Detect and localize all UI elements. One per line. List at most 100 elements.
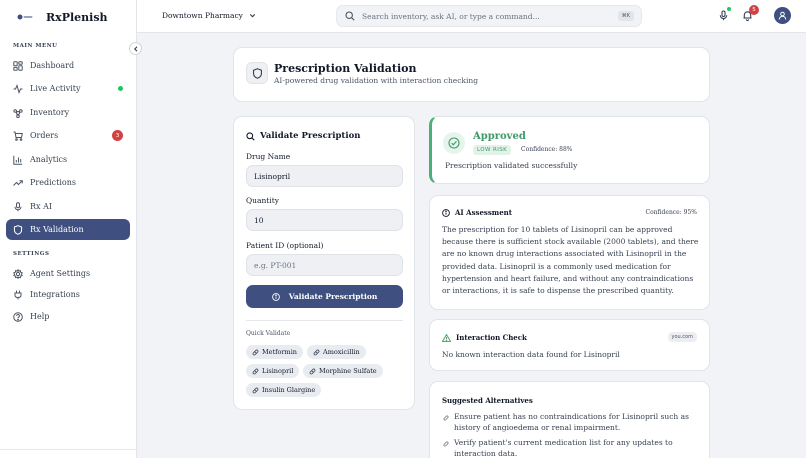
info-icon [271,292,280,301]
pill-icon [309,368,316,374]
store-name: Downtown Pharmacy [162,11,243,20]
pill-icon [252,349,259,355]
sidebar-item-integrations[interactable]: Integrations [6,284,130,305]
validate-button-label: Validate Prescription [288,292,378,301]
form-title: Validate Prescription [246,131,360,141]
sidebar-item-agent-settings[interactable]: Agent Settings [6,263,130,284]
validate-button[interactable]: Validate Prescription [246,285,403,308]
quantity-input[interactable] [246,209,403,231]
brand[interactable]: RxPlenish [0,0,136,34]
result-status: Approved [473,131,526,142]
search-icon [345,11,355,21]
trending-icon [13,179,23,186]
help-icon [13,311,23,322]
gear-icon [13,268,23,279]
alternative-item: Ensure patient has no contraindications … [443,412,693,433]
chip-label: Lisinopril [262,367,294,375]
info-icon [442,208,450,217]
alternative-text: Verify patient's current medication list… [454,438,673,458]
sidebar-item-orders[interactable]: Orders 3 [6,125,130,146]
sidebar-item-label: Rx Validation [30,225,84,234]
quick-chip-morphine-sulfate[interactable]: Morphine Sulfate [303,364,383,378]
search-icon [246,131,255,141]
sidebar-item-label: Dashboard [30,61,75,70]
risk-badge: LOW RISK [473,145,512,155]
main-menu-title: MAIN MENU [13,43,58,49]
interaction-heading: Interaction Check [442,333,527,342]
sidebar-item-label: Predictions [30,178,76,187]
sidebar-item-dashboard[interactable]: Dashboard [6,55,130,76]
chip-label: Amoxicillin [323,348,360,356]
result-status-card: Approved LOW RISK Confidence: 88% Prescr… [429,116,710,184]
store-selector[interactable]: Downtown Pharmacy [162,11,256,20]
orders-count-badge: 3 [112,130,123,141]
quick-chip-metformin[interactable]: Metformin [246,345,303,359]
interaction-check-card: Interaction Check you.com No known inter… [429,319,710,371]
cart-icon [13,131,23,141]
settings-title: SETTINGS [13,251,50,257]
quick-chip-insulin-glargine[interactable]: Insulin Glargine [246,383,322,397]
live-status-dot [118,86,123,91]
form-title-text: Validate Prescription [260,131,361,141]
page-title: Prescription Validation [274,62,417,75]
plug-icon [14,290,22,299]
sidebar-item-label: Agent Settings [30,269,91,278]
collapse-sidebar-button[interactable] [129,42,142,55]
sidebar-item-inventory[interactable]: Inventory [6,102,130,123]
patient-id-label: Patient ID (optional) [246,241,324,250]
patient-id-input[interactable] [246,254,403,276]
quantity-label: Quantity [246,196,279,205]
check-circle-icon [443,132,465,154]
inventory-icon [13,108,23,118]
sidebar-item-label: Rx AI [30,202,53,211]
validate-form-card: Validate Prescription Drug Name Quantity… [233,116,415,410]
quick-chip-amoxicillin[interactable]: Amoxicillin [307,345,366,359]
chip-label: Morphine Sulfate [319,367,377,375]
ai-confidence: Confidence: 95% [645,209,697,216]
drug-name-label: Drug Name [246,152,291,161]
result-message: Prescription validated successfully [445,161,578,170]
shield-icon [13,224,23,235]
brand-name: RxPlenish [46,10,108,24]
logo-icon [17,14,33,20]
sidebar-item-label: Live Activity [30,84,81,93]
pill-icon [252,368,259,374]
search-input[interactable]: Search inventory, ask AI, or type a comm… [362,12,611,21]
form-divider [246,320,403,321]
notification-badge: 5 [749,5,759,15]
drug-name-input[interactable] [246,165,403,187]
alternative-item: Verify patient's current medication list… [443,438,693,458]
sidebar-item-predictions[interactable]: Predictions [6,172,130,193]
pill-icon [313,349,320,355]
ai-assessment-text: The prescription for 10 tablets of Lisin… [442,225,699,296]
header-shield-icon [246,62,268,84]
sidebar-item-label: Analytics [30,155,68,164]
interaction-message: No known interaction data found for Lisi… [442,350,620,359]
mic-icon [14,201,22,211]
sidebar-item-analytics[interactable]: Analytics [6,149,130,170]
sidebar-item-help[interactable]: Help [6,306,130,327]
sidebar-item-label: Help [30,312,50,321]
quick-chip-lisinopril[interactable]: Lisinopril [246,364,300,378]
activity-icon [13,83,23,94]
topbar: Downtown Pharmacy Search inventory, ask … [137,0,806,33]
ai-assessment-card: AI Assessment Confidence: 95% The prescr… [429,195,710,310]
mic-status-dot [727,7,731,11]
sidebar-item-live-activity[interactable]: Live Activity [6,78,130,99]
sidebar-item-rx-validation[interactable]: Rx Validation [6,219,130,240]
page-header-card: Prescription Validation AI-powered drug … [233,47,710,102]
sidebar-item-rx-ai[interactable]: Rx AI [6,196,130,217]
dashboard-icon [13,60,23,71]
warning-icon [442,333,451,342]
global-search[interactable]: Search inventory, ask AI, or type a comm… [336,5,642,27]
sidebar-item-label: Inventory [30,108,70,117]
ai-assessment-title: AI Assessment [455,208,512,217]
pill-icon [252,387,259,393]
shortcut-hint: ⌘K [617,11,634,21]
pill-icon [443,441,449,447]
interaction-title: Interaction Check [456,333,527,342]
user-avatar[interactable] [774,7,791,24]
chip-label: Insulin Glargine [262,386,316,394]
voice-mic-icon[interactable] [718,10,729,21]
user-icon [778,11,787,20]
